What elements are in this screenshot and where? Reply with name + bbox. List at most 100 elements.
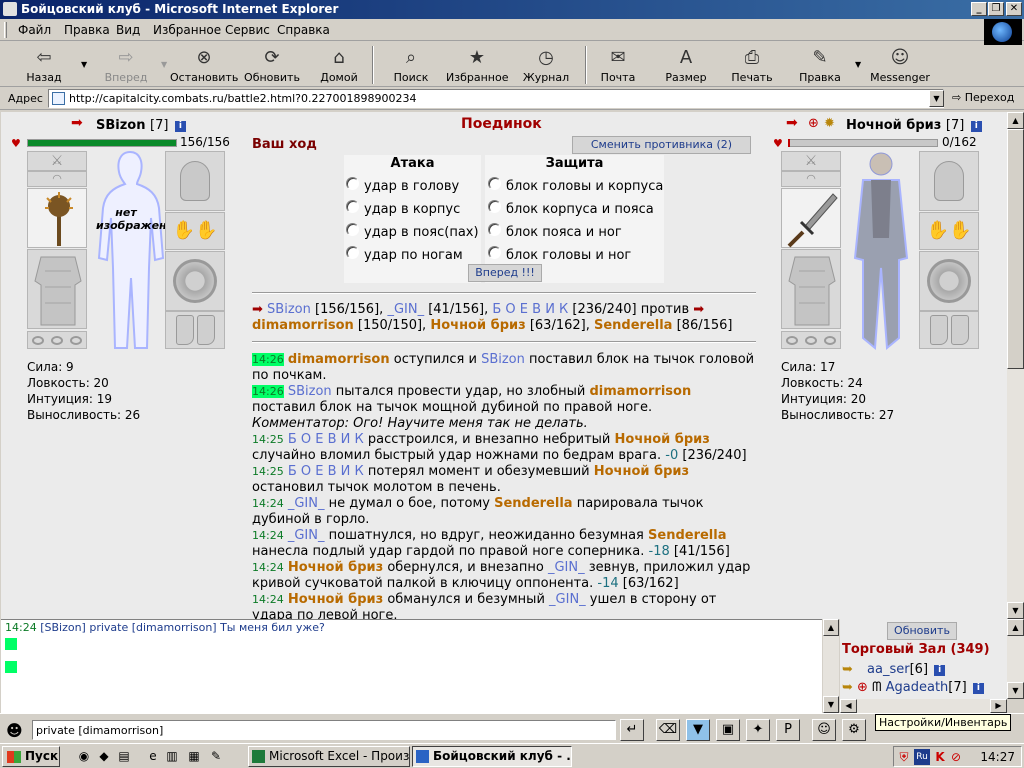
quicklaunch-icon[interactable]: ▤ xyxy=(116,748,132,764)
fighter-name[interactable]: _GIN_ xyxy=(288,496,325,511)
clear-chat-icon[interactable]: ⌫ xyxy=(656,719,680,741)
send-message-icon[interactable]: ↵ xyxy=(620,719,644,741)
address-dropdown-button[interactable]: ▼ xyxy=(929,90,944,107)
smiley-icon[interactable]: ☺ xyxy=(812,719,836,741)
opponent-slot-earrings[interactable]: ⚔ xyxy=(781,151,841,171)
messenger-button[interactable]: ☺ Messenger xyxy=(870,44,930,86)
close-button[interactable]: ✕ xyxy=(1006,2,1022,16)
history-button[interactable]: ◷ Журнал xyxy=(522,44,570,86)
opponent-slot-armor[interactable] xyxy=(781,249,841,329)
opponent-slot-helmet[interactable] xyxy=(919,151,979,211)
team1-arrow-icon[interactable]: ➡ xyxy=(252,302,263,317)
search-button[interactable]: ⌕ Поиск xyxy=(388,44,434,86)
start-button[interactable]: Пуск xyxy=(2,746,60,767)
room-user-name[interactable]: Agadeath xyxy=(886,680,949,695)
team2-member[interactable]: Ночной бриз xyxy=(430,318,525,333)
player-slot-rings[interactable] xyxy=(27,331,87,349)
menu-help[interactable]: Справка xyxy=(277,23,330,37)
maximize-button[interactable]: ❐ xyxy=(988,2,1004,16)
scroll-down-button[interactable]: ▼ xyxy=(823,696,839,713)
title-bar[interactable]: Бойцовский клуб - Microsoft Internet Exp… xyxy=(0,0,1024,19)
forward-button[interactable]: ⇨ Вперед xyxy=(98,44,154,86)
antivirus-icon[interactable]: K xyxy=(932,749,948,765)
radio-button[interactable] xyxy=(346,177,359,190)
player-name[interactable]: SBizon xyxy=(96,118,145,133)
edit-button[interactable]: ✎ Правка xyxy=(796,44,844,86)
player-slot-amulet[interactable]: ◠ xyxy=(27,171,87,187)
player-slot-earrings[interactable]: ⚔ xyxy=(27,151,87,171)
private-icon[interactable]: P xyxy=(776,719,800,741)
fighter-name[interactable]: Ночной бриз xyxy=(288,592,383,607)
player-slot-armor[interactable] xyxy=(27,249,87,329)
player-slot-gloves[interactable]: ✋✋ xyxy=(165,212,225,250)
scroll-down-button[interactable]: ▼ xyxy=(1007,602,1024,619)
player-info-icon[interactable]: i xyxy=(174,121,186,132)
back-dropdown-arrow[interactable]: ▼ xyxy=(81,60,87,69)
scroll-right-button[interactable]: ▶ xyxy=(990,699,1007,713)
room-refresh-button[interactable]: Обновить xyxy=(887,622,957,640)
opponent-slot-gloves[interactable]: ✋✋ xyxy=(919,212,979,250)
menu-view[interactable]: Вид xyxy=(116,23,140,37)
opponent-slot-shield[interactable] xyxy=(919,251,979,311)
fighter-name[interactable]: dimamorrison xyxy=(288,352,390,367)
scroll-thumb[interactable] xyxy=(1007,129,1024,369)
opponent-info-icon[interactable]: i xyxy=(970,121,982,132)
private-arrow-icon[interactable]: ➥ xyxy=(842,680,853,695)
text-size-button[interactable]: A Размер xyxy=(662,44,710,86)
print-button[interactable]: ⎙ Печать xyxy=(730,44,774,86)
team1-member[interactable]: SBizon xyxy=(267,302,311,317)
team2-member[interactable]: dimamorrison xyxy=(252,318,354,333)
fighter-name[interactable]: Б О Е В И К xyxy=(288,432,364,447)
taskbar-excel[interactable]: Microsoft Excel - Произво... xyxy=(248,746,410,767)
menu-file[interactable]: Файл xyxy=(18,23,51,37)
team2-member[interactable]: Senderella xyxy=(594,318,672,333)
player-slot-boots[interactable] xyxy=(165,311,225,349)
fighter-icon[interactable]: ✦ xyxy=(746,719,770,741)
menu-edit[interactable]: Правка xyxy=(64,23,110,37)
player-slot-weapon[interactable] xyxy=(27,188,87,248)
room-scrollbar[interactable]: ▲ ▼ xyxy=(1007,619,1024,699)
player-arrow-icon[interactable]: ➡ xyxy=(71,115,83,131)
fighter-name[interactable]: SBizon xyxy=(288,384,332,399)
team1-member[interactable]: Б О Е В И К xyxy=(492,302,568,317)
save-log-icon[interactable]: ▣ xyxy=(716,719,740,741)
radio-button[interactable] xyxy=(346,200,359,213)
settings-icon[interactable]: ⚙ xyxy=(842,719,866,741)
quicklaunch-icon[interactable]: ▦ xyxy=(186,748,202,764)
quicklaunch-icon[interactable]: ✎ xyxy=(208,748,224,764)
ie-quicklaunch-icon[interactable]: e xyxy=(145,748,161,764)
address-input[interactable]: http://capitalcity.combats.ru/battle2.ht… xyxy=(48,89,944,108)
chat-head-icon[interactable]: ☻ xyxy=(6,721,23,740)
fighter-name[interactable]: _GIN_ xyxy=(288,528,325,543)
radio-button[interactable] xyxy=(488,177,501,190)
refresh-button[interactable]: ⟳ Обновить xyxy=(242,44,302,86)
radio-button[interactable] xyxy=(488,200,501,213)
chat-input[interactable]: private [dimamorrison] xyxy=(32,720,616,740)
go-button[interactable]: ⇨ Переход xyxy=(952,91,1014,104)
home-button[interactable]: ⌂ Домой xyxy=(314,44,364,86)
quicklaunch-icon[interactable]: ◉ xyxy=(76,748,92,764)
user-info-icon[interactable]: i xyxy=(972,683,984,694)
fighter-name[interactable]: _GIN_ xyxy=(549,592,586,607)
fighter-name[interactable]: Ночной бриз xyxy=(615,432,710,447)
forward-attack-button[interactable]: Вперед !!! xyxy=(468,264,542,282)
scroll-up-button[interactable]: ▲ xyxy=(1007,619,1024,636)
menu-grip[interactable] xyxy=(4,22,7,38)
player-slot-helmet[interactable] xyxy=(165,151,225,211)
chat-scrollbar[interactable]: ▲ ▼ xyxy=(823,619,839,713)
scroll-left-button[interactable]: ◀ xyxy=(840,699,857,713)
fighter-name[interactable]: Senderella xyxy=(648,528,726,543)
clan-badge-icon[interactable]: ⊕ xyxy=(808,116,819,131)
stop-button[interactable]: ⊗ Остановить xyxy=(170,44,238,86)
fighter-name[interactable]: Ночной бриз xyxy=(288,560,383,575)
fighter-name[interactable]: Senderella xyxy=(494,496,572,511)
ie-app-icon[interactable] xyxy=(3,2,17,16)
menu-tools[interactable]: Сервис xyxy=(225,23,270,37)
player-slot-shield[interactable] xyxy=(165,251,225,311)
fighter-name[interactable]: SBizon xyxy=(481,352,525,367)
opponent-arrow-icon[interactable]: ➡ xyxy=(786,115,798,131)
fighter-name[interactable]: Ночной бриз xyxy=(594,464,689,479)
room-user[interactable]: ➥ aa_ser[6] i xyxy=(842,662,946,677)
minimize-button[interactable]: _ xyxy=(971,2,987,16)
mail-button[interactable]: ✉ Почта xyxy=(597,44,639,86)
